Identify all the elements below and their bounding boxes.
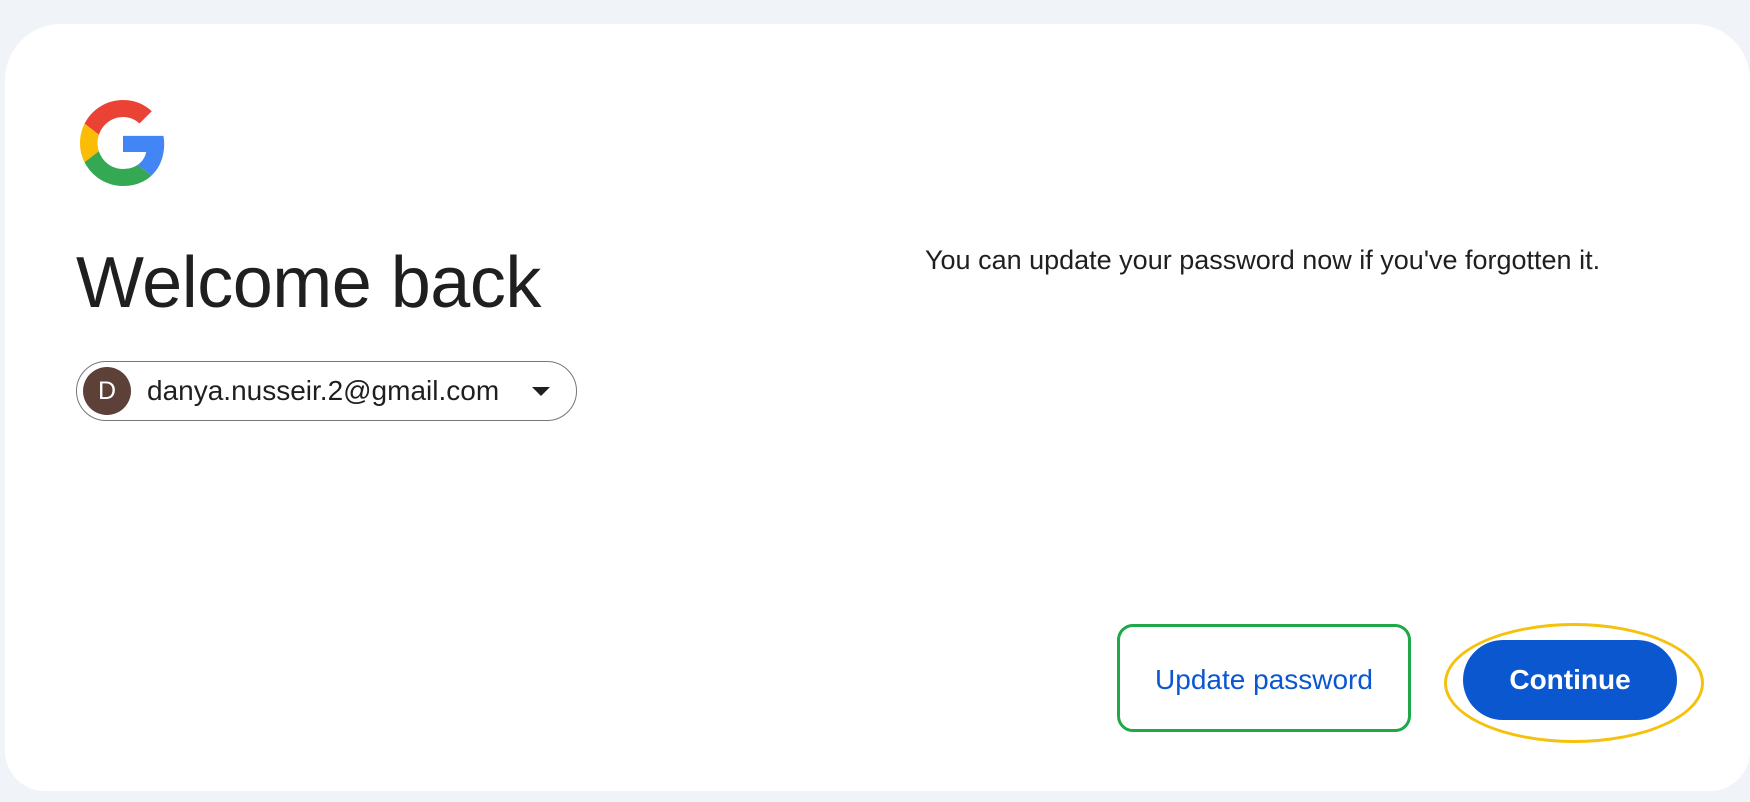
avatar: D (83, 367, 131, 415)
continue-button[interactable]: Continue (1463, 640, 1677, 720)
update-password-button[interactable]: Update password (1135, 640, 1393, 720)
chevron-down-icon (532, 387, 550, 396)
google-g-icon (80, 100, 165, 186)
account-email: danya.nusseir.2@gmail.com (147, 375, 500, 406)
info-message: You can update your password now if you'… (925, 245, 1601, 275)
page-title: Welcome back (76, 243, 541, 323)
account-chooser-chip[interactable]: D danya.nusseir.2@gmail.com (76, 361, 577, 421)
